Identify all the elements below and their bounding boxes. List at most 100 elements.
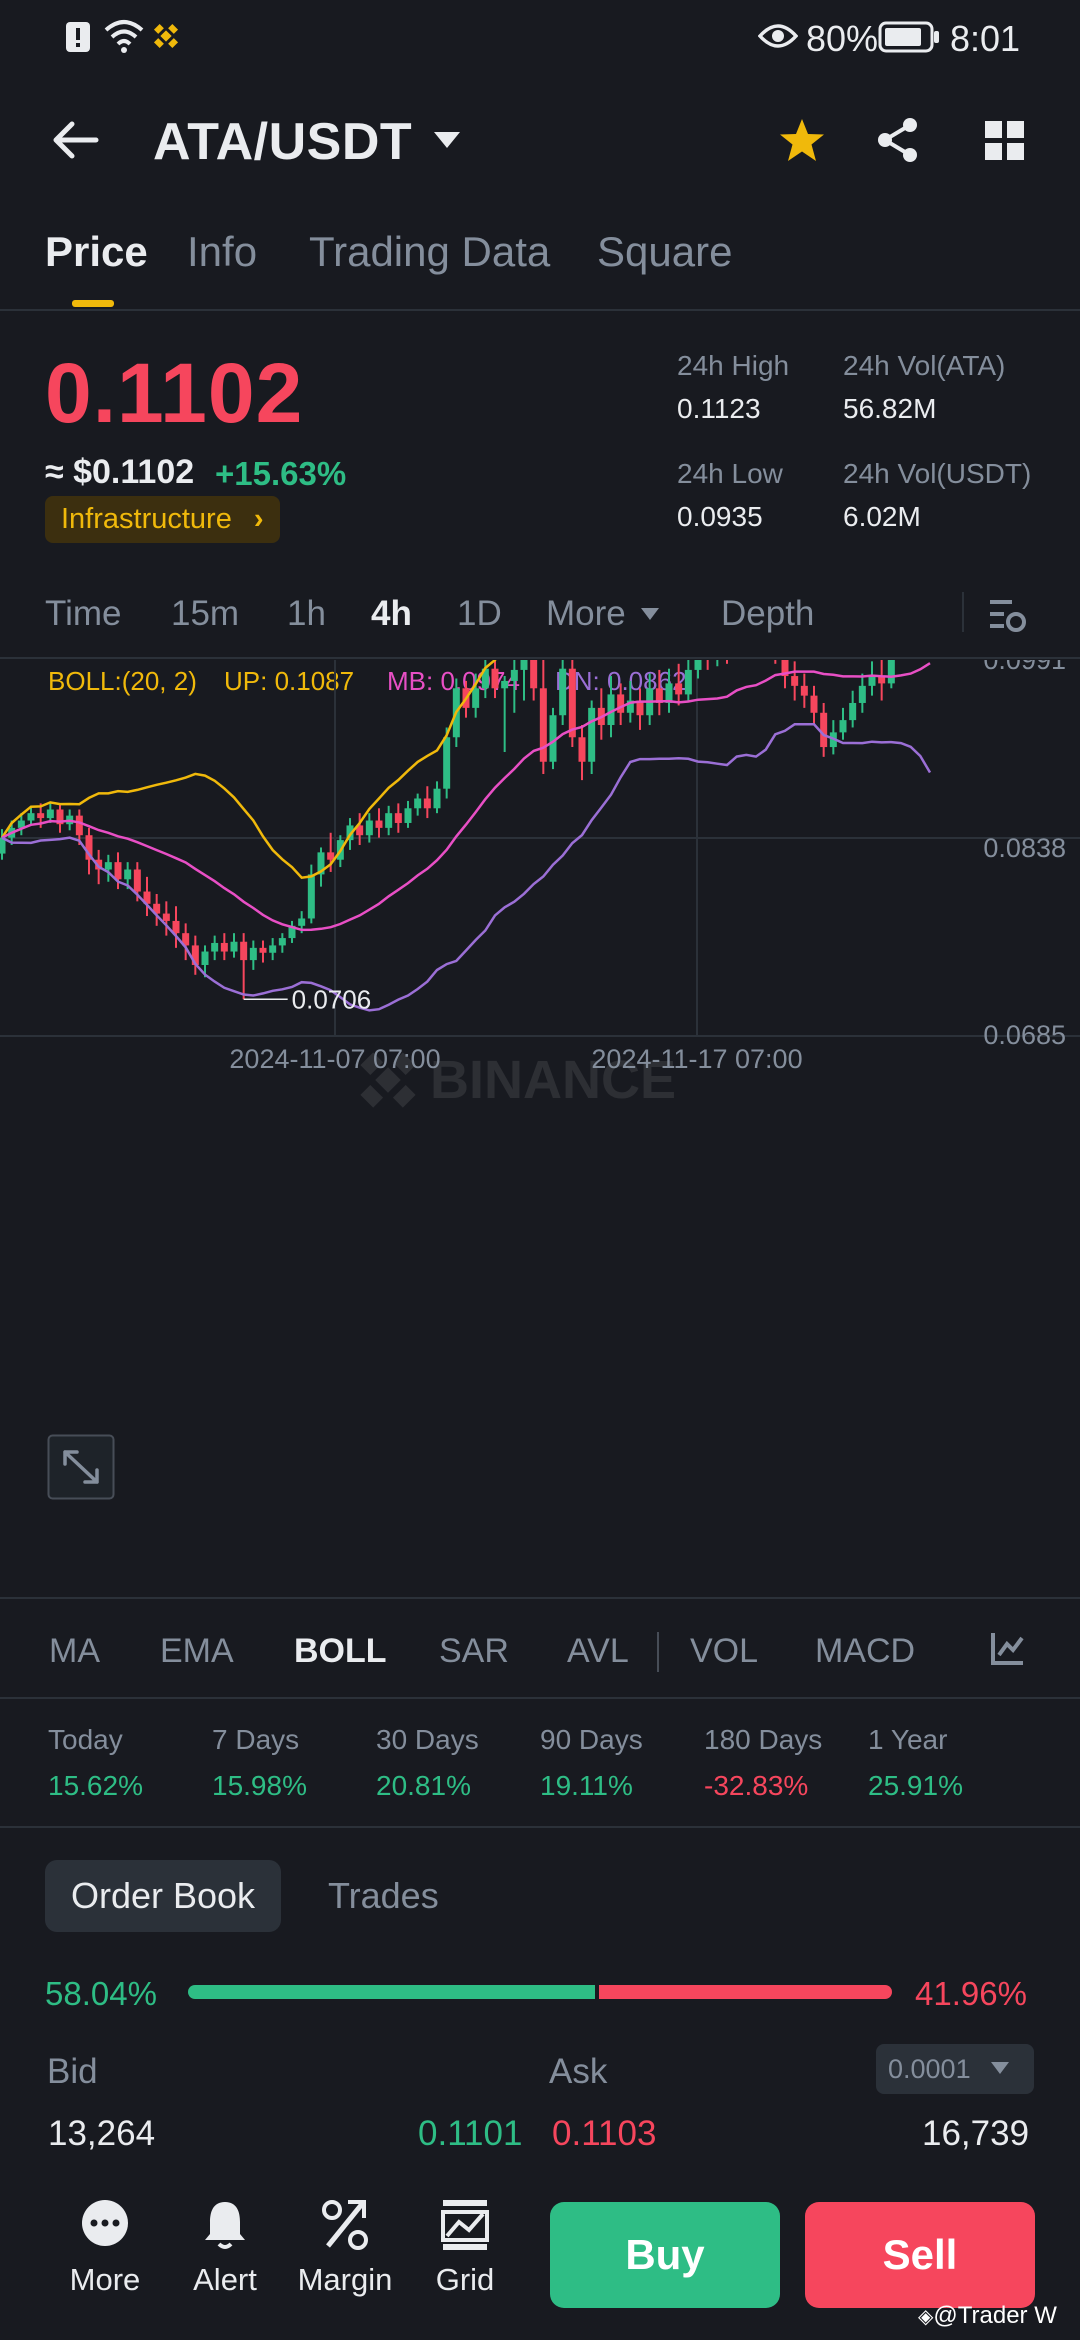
interval-4h[interactable]: 4h xyxy=(371,594,412,634)
divider xyxy=(0,1826,1080,1828)
indicator-avl[interactable]: AVL xyxy=(567,1632,629,1671)
candle-body xyxy=(172,920,180,934)
category-tag-label: Infrastructure xyxy=(61,503,232,535)
bid-price[interactable]: 0.1101 xyxy=(418,2114,522,2154)
y-tick-label: 0.0991 xyxy=(983,660,1066,675)
ask-price[interactable]: 0.1103 xyxy=(552,2114,656,2154)
candle-body xyxy=(491,668,499,689)
chart-settings-icon[interactable] xyxy=(988,596,1028,634)
fullscreen-toggle-icon[interactable] xyxy=(47,1434,115,1500)
candle-body xyxy=(162,913,170,921)
bell-icon xyxy=(205,2202,245,2249)
bid-column-header: Bid xyxy=(47,2052,98,2091)
favorite-star-icon[interactable] xyxy=(778,117,826,163)
indicator-ema[interactable]: EMA xyxy=(160,1632,234,1671)
candle-body xyxy=(684,669,692,695)
ask-ratio-bar xyxy=(599,1985,892,1999)
candle-body xyxy=(800,685,808,696)
pair-dropdown-icon[interactable] xyxy=(432,130,462,150)
watermark: ◈@Trader W xyxy=(918,2302,1057,2330)
back-arrow-icon[interactable] xyxy=(48,118,100,162)
candle-body xyxy=(201,951,209,966)
grid-button[interactable]: Grid xyxy=(405,2198,525,2298)
candle-body xyxy=(810,695,818,713)
tab-order-book[interactable]: Order Book xyxy=(45,1860,281,1932)
performance-label: 30 Days xyxy=(376,1724,479,1755)
share-icon[interactable] xyxy=(874,116,922,164)
candle-body xyxy=(37,813,45,819)
battery-percent: 80% xyxy=(806,18,879,59)
candle-body xyxy=(791,676,799,686)
candle-body xyxy=(423,798,431,809)
divider xyxy=(0,1597,1080,1599)
candle-body xyxy=(278,938,286,946)
x-tick-label: 2024-11-17 07:00 xyxy=(591,1044,802,1074)
candle-body xyxy=(259,947,267,953)
buy-button[interactable]: Buy xyxy=(550,2202,780,2308)
margin-button[interactable]: Margin xyxy=(285,2198,405,2298)
performance-value: 25.91% xyxy=(868,1770,963,1801)
performance-value: 15.62% xyxy=(48,1770,143,1801)
candle-body xyxy=(559,668,567,716)
performance-label: 7 Days xyxy=(212,1724,300,1755)
candle-body xyxy=(249,947,257,961)
y-axis: 0.11440.09910.08380.0685 xyxy=(983,660,1066,1050)
pair-name: ATA/USDT xyxy=(153,113,413,171)
tab-trades[interactable]: Trades xyxy=(328,1860,439,1932)
more-button[interactable]: More xyxy=(45,2198,165,2298)
indicator-sar[interactable]: SAR xyxy=(439,1632,509,1671)
interval-1d[interactable]: 1D xyxy=(457,594,502,634)
precision-selector[interactable]: 0.0001 xyxy=(876,2044,1034,2094)
performance-value: 19.11% xyxy=(540,1770,633,1801)
performance-value: 15.98% xyxy=(212,1770,307,1801)
grid-layout-icon[interactable] xyxy=(984,120,1026,162)
interval-time[interactable]: Time xyxy=(45,594,121,634)
tab-trading-data[interactable]: Trading Data xyxy=(309,228,550,276)
alert-button[interactable]: Alert xyxy=(165,2198,285,2298)
indicator-macd[interactable]: MACD xyxy=(815,1632,915,1671)
candle-body xyxy=(385,813,393,828)
bid-quantity: 13,264 xyxy=(48,2114,156,2153)
interval-15m[interactable]: 15m xyxy=(171,594,239,634)
candle-body xyxy=(124,869,132,880)
candle-body xyxy=(404,808,412,823)
low-annotation: 0.0706 xyxy=(292,984,372,1014)
chevron-right-icon: › xyxy=(253,503,264,535)
binance-small-icon: ◈ xyxy=(918,2306,934,2328)
indicator-settings-icon[interactable] xyxy=(990,1630,1026,1666)
candlestick-chart[interactable]: BINANCE 0.11230.07060.1102 0.11440.09910… xyxy=(0,660,1080,1595)
more-dots-icon xyxy=(82,2200,128,2246)
candle-body xyxy=(443,737,451,789)
low-value: 0.0935 xyxy=(677,501,763,532)
category-tag[interactable]: Infrastructure › xyxy=(45,496,280,543)
tab-info[interactable]: Info xyxy=(187,228,257,276)
candle-body xyxy=(375,820,383,828)
chevron-down-icon xyxy=(991,2062,1009,2074)
depth-chart-toggle[interactable]: Depth xyxy=(721,594,814,634)
tab-square[interactable]: Square xyxy=(597,228,732,276)
candle-body xyxy=(588,707,596,762)
candle-body xyxy=(394,813,402,823)
divider xyxy=(657,1632,659,1672)
y-tick-label: 0.0838 xyxy=(983,833,1066,863)
candle-body xyxy=(433,788,441,809)
candle-body xyxy=(27,813,35,821)
indicator-vol[interactable]: VOL xyxy=(690,1632,758,1671)
y-tick-label: 0.0685 xyxy=(983,1020,1066,1050)
indicator-ma[interactable]: MA xyxy=(49,1632,100,1671)
indicator-boll[interactable]: BOLL xyxy=(294,1632,387,1671)
tab-price[interactable]: Price xyxy=(45,228,148,276)
sell-button[interactable]: Sell xyxy=(805,2202,1035,2308)
interval-1h[interactable]: 1h xyxy=(287,594,326,634)
vol-usdt-label: 24h Vol(USDT) xyxy=(843,458,1032,489)
pair-selector[interactable]: ATA/USDT xyxy=(153,112,412,172)
more-dropdown-icon[interactable] xyxy=(640,607,660,621)
binance-logo-icon xyxy=(153,23,179,49)
candle-body xyxy=(849,702,857,721)
performance-label: 180 Days xyxy=(704,1724,823,1755)
candle-body xyxy=(269,945,277,953)
candle-body xyxy=(839,720,847,733)
divider xyxy=(0,1697,1080,1699)
x-tick-label: 2024-11-07 07:00 xyxy=(229,1044,440,1074)
interval-more[interactable]: More xyxy=(546,594,626,634)
